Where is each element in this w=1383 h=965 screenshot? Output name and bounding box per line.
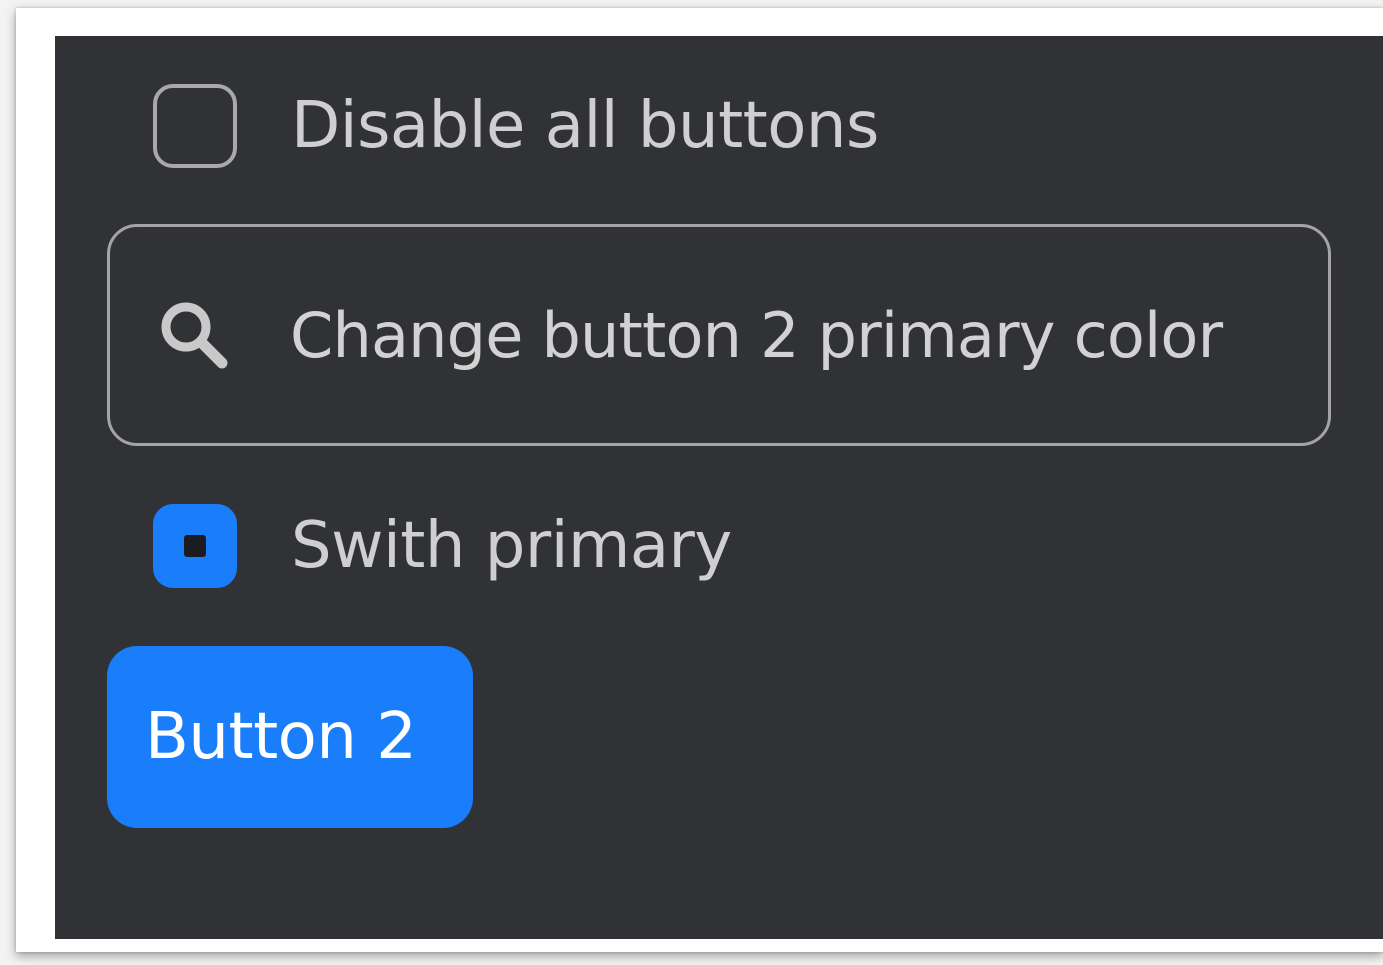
- search-input[interactable]: Change button 2 primary color: [107, 224, 1331, 446]
- disable-all-buttons-checkbox[interactable]: [153, 84, 237, 168]
- disable-all-buttons-row[interactable]: Disable all buttons: [153, 80, 879, 172]
- search-icon: [161, 302, 228, 369]
- settings-panel: Disable all buttons Change button 2 prim…: [55, 36, 1383, 939]
- switch-primary-checkbox[interactable]: [153, 504, 237, 588]
- checkbox-indicator: [184, 535, 206, 557]
- button-2[interactable]: Button 2: [107, 646, 473, 828]
- switch-primary-row[interactable]: Swith primary: [153, 500, 732, 592]
- screenshot-frame: Disable all buttons Change button 2 prim…: [16, 8, 1383, 952]
- search-input-value[interactable]: Change button 2 primary color: [290, 299, 1223, 372]
- switch-primary-label: Swith primary: [291, 509, 732, 583]
- disable-all-buttons-label: Disable all buttons: [291, 89, 879, 163]
